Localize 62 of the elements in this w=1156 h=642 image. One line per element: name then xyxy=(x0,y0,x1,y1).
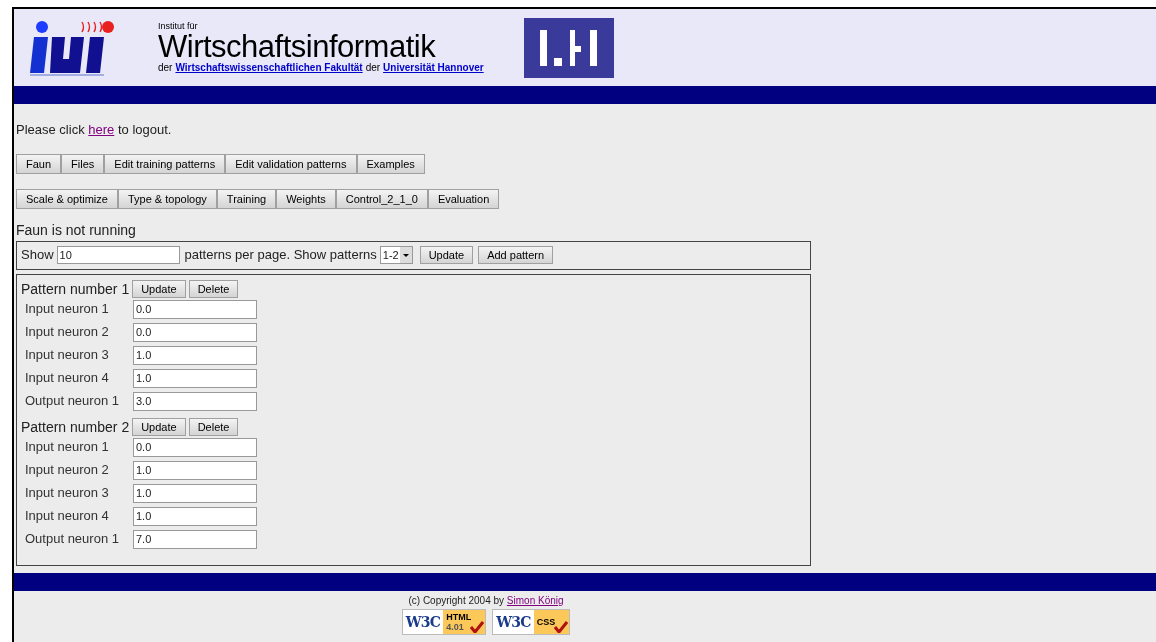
nav-tab[interactable]: Examples xyxy=(356,153,425,174)
neuron-label: Input neuron 3 xyxy=(25,346,110,365)
pattern-title: Pattern number 1 xyxy=(21,279,130,298)
header-text: der xyxy=(158,62,173,74)
nav-tab[interactable]: Weights xyxy=(276,188,336,209)
neuron-value-field[interactable]: 3.0 xyxy=(133,391,257,411)
nav-tab[interactable]: Faun xyxy=(16,153,62,174)
neuron-value-field[interactable]: 1.0 xyxy=(133,368,257,388)
neuron-label: Input neuron 1 xyxy=(25,300,110,319)
badge-version: 4.01 xyxy=(446,621,464,632)
neuron-value-field[interactable]: 1.0 xyxy=(133,460,257,480)
nav-tab[interactable]: Edit validation patterns xyxy=(225,153,357,174)
nav-tab[interactable]: Training xyxy=(216,188,277,209)
neuron-value-field[interactable]: 7.0 xyxy=(133,529,257,549)
copyright-text: (c) Copyright 2004 by Simon König xyxy=(408,594,564,607)
nav-tab[interactable]: Scale & optimize xyxy=(16,188,118,209)
neuron-value-field[interactable]: 1.0 xyxy=(133,345,257,365)
neuron-label: Input neuron 3 xyxy=(25,484,110,503)
neuron-value-field[interactable]: 0.0 xyxy=(133,299,257,319)
badge-mark: W3C xyxy=(404,612,442,632)
show-label: Show xyxy=(21,246,54,265)
neuron-label: Input neuron 2 xyxy=(25,323,110,342)
neuron-value-field[interactable]: 1.0 xyxy=(133,483,257,503)
badge-label: HTML xyxy=(446,611,472,622)
neuron-label: Output neuron 1 xyxy=(25,392,120,411)
per-page-label: patterns per page. Show patterns xyxy=(184,246,377,265)
author-link[interactable]: Simon König xyxy=(506,594,564,606)
neuron-value-field[interactable]: 1.0 xyxy=(133,506,257,526)
logout-link[interactable]: here xyxy=(88,122,115,137)
badge-label: CSS xyxy=(536,616,556,627)
update-button[interactable]: Update xyxy=(132,417,186,436)
neuron-label: Input neuron 4 xyxy=(25,507,110,526)
badge-mark: W3C xyxy=(495,612,532,632)
neuron-label: Input neuron 4 xyxy=(25,369,110,388)
neuron-label: Input neuron 1 xyxy=(25,438,110,457)
nav-tab[interactable]: Evaluation xyxy=(427,188,500,209)
range-select[interactable]: 1-2 xyxy=(379,246,413,264)
add-pattern-button[interactable]: Add pattern xyxy=(478,246,554,264)
nav-tab[interactable]: Edit training patterns xyxy=(104,153,226,174)
pattern-title: Pattern number 2 xyxy=(21,417,130,436)
nav-tab[interactable]: Type & topology xyxy=(117,188,217,209)
header-link[interactable]: Universität Hannover xyxy=(383,62,484,74)
check-icon xyxy=(554,620,569,633)
neuron-value-field[interactable]: 0.0 xyxy=(133,322,257,342)
delete-button[interactable]: Delete xyxy=(188,417,239,436)
site-title: Wirtschaftsinformatik xyxy=(158,32,437,62)
overline-text: Institut für xyxy=(158,21,199,32)
validator-badge[interactable]: W3C CSS xyxy=(492,608,571,635)
neuron-value-field[interactable]: 0.0 xyxy=(133,437,257,457)
neuron-label: Input neuron 2 xyxy=(25,461,110,480)
update-button[interactable]: Update xyxy=(419,246,474,264)
header-link[interactable]: Wirtschaftswissenschaftlichen Fakultät xyxy=(175,62,363,74)
nav-tab[interactable]: Files xyxy=(61,153,105,174)
update-button[interactable]: Update xyxy=(132,279,186,298)
nav-tab[interactable]: Control_2_1_0 xyxy=(335,188,428,209)
neuron-label: Output neuron 1 xyxy=(25,530,120,549)
per-page-field[interactable]: 10 xyxy=(56,246,180,264)
status-heading: Faun is not running xyxy=(16,220,137,239)
delete-button[interactable]: Delete xyxy=(188,279,239,298)
check-icon xyxy=(470,620,485,633)
header-text: der xyxy=(365,62,381,74)
logout-text: Please click here to logout. xyxy=(16,121,173,139)
